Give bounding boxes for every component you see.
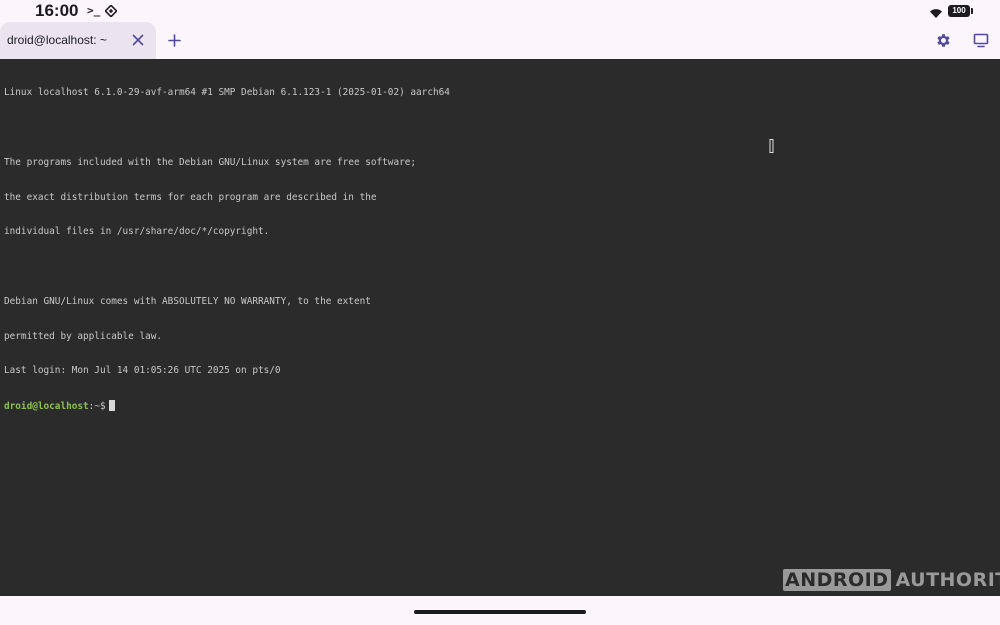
prompt-path: :~$ [88, 401, 106, 413]
watermark-plain-text: AUTHORITY [895, 569, 1000, 591]
terminal-line: permitted by applicable law. [4, 330, 163, 342]
close-icon[interactable] [130, 32, 146, 48]
watermark-logo: ANDROID AUTHORITY [783, 569, 1000, 591]
watermark-boxed-text: ANDROID [783, 569, 891, 591]
prompt-user: droid@localhost [4, 401, 89, 413]
tab-title: droid@localhost: ~ [7, 33, 107, 47]
terminal-view[interactable]: Linux localhost 6.1.0-29-avf-arm64 #1 SM… [0, 59, 1000, 596]
navigation-bar [0, 596, 1000, 625]
gear-icon[interactable] [935, 32, 952, 49]
battery-icon: 100 [948, 5, 973, 17]
status-bar: 16:00 >_ 100 [0, 0, 1000, 22]
terminal-line: Linux localhost 6.1.0-29-avf-arm64 #1 SM… [4, 87, 450, 99]
terminal-line: Last login: Mon Jul 14 01:05:26 UTC 2025… [4, 365, 281, 377]
terminal-line: The programs included with the Debian GN… [4, 156, 417, 168]
plus-icon[interactable] [167, 33, 182, 48]
ibeam-cursor-icon [769, 139, 774, 153]
terminal-line: individual files in /usr/share/doc/*/cop… [4, 226, 270, 238]
vpn-icon [104, 4, 118, 22]
tab-bar: droid@localhost: ~ [0, 22, 1000, 59]
tab-droid-localhost[interactable]: droid@localhost: ~ [0, 22, 156, 59]
text-cursor [108, 400, 115, 412]
terminal-icon: >_ [87, 4, 101, 17]
terminal-output: Linux localhost 6.1.0-29-avf-arm64 #1 SM… [4, 64, 450, 435]
display-icon[interactable] [973, 33, 989, 48]
terminal-line: the exact distribution terms for each pr… [4, 191, 377, 203]
terminal-line: Debian GNU/Linux comes with ABSOLUTELY N… [4, 295, 371, 307]
gesture-handle[interactable] [414, 610, 586, 614]
status-clock: 16:00 [35, 1, 79, 20]
terminal-prompt[interactable]: droid@localhost:~$ [4, 400, 450, 412]
